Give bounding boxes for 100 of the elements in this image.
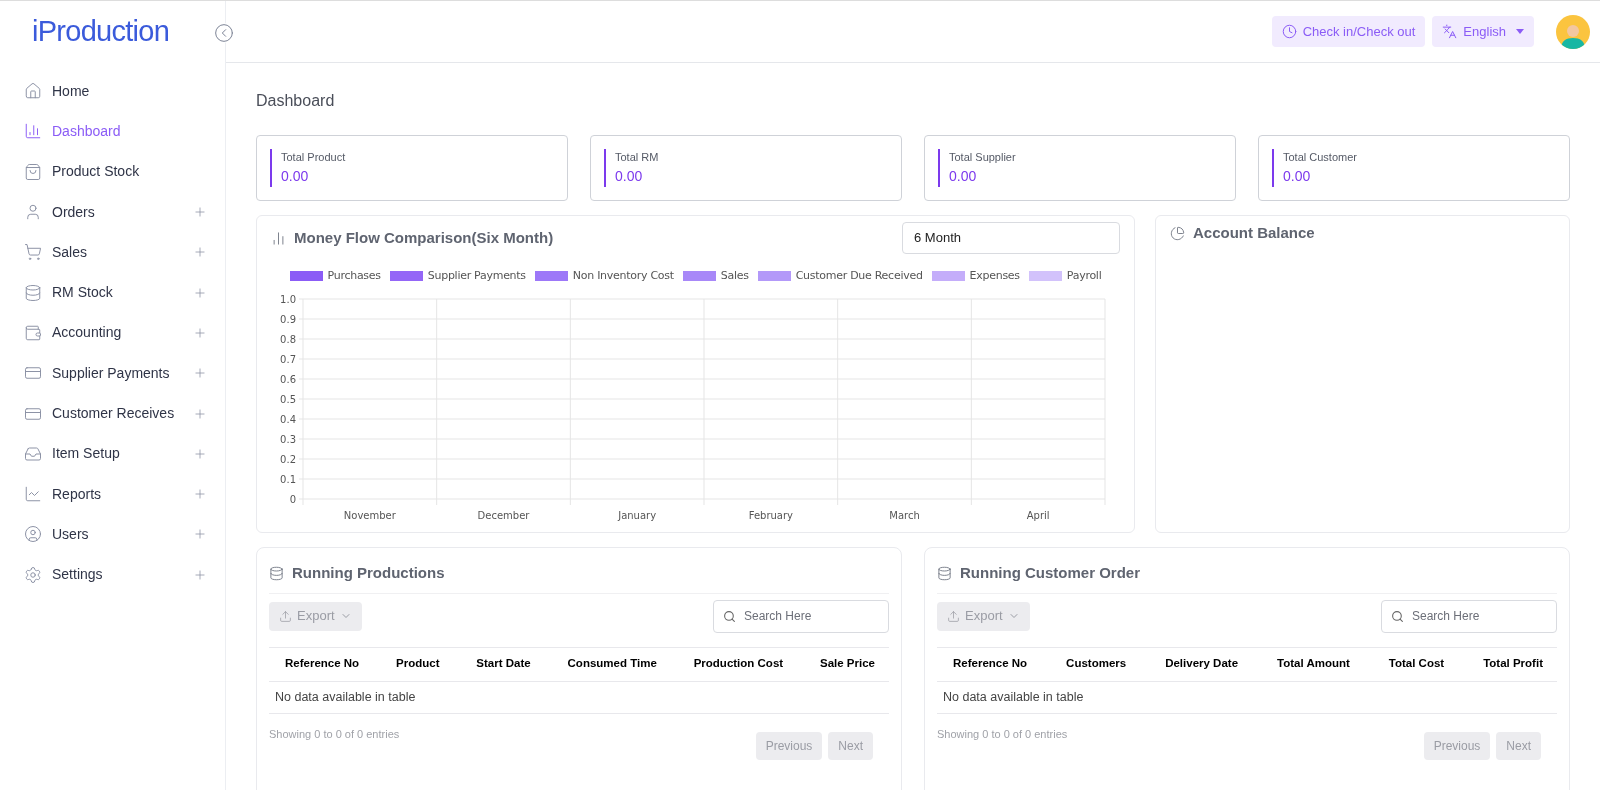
stat-value: 0.00: [281, 166, 310, 186]
x-tick-label: April: [1026, 509, 1050, 521]
sidebar-item[interactable]: Customer Receives: [0, 393, 225, 434]
stat-label: Total Customer: [1283, 150, 1357, 166]
avatar-icon[interactable]: [1556, 14, 1590, 49]
y-tick-label: 0.5: [280, 393, 296, 405]
x-tick-label: January: [618, 509, 657, 521]
settings-icon: [24, 565, 42, 584]
empty-table-message: No data available in table: [275, 688, 416, 706]
y-tick-label: 0: [289, 493, 296, 505]
y-tick-label: 1.0: [280, 293, 296, 305]
y-tick-label: 0.7: [280, 353, 296, 365]
bar-chart-icon: [24, 122, 42, 141]
database-icon: [937, 565, 952, 581]
sidebar-item[interactable]: Accounting: [0, 312, 225, 354]
language-dropdown[interactable]: English: [1432, 16, 1534, 47]
column-header[interactable]: Start Date: [476, 655, 531, 673]
entries-info: Showing 0 to 0 of 0 entries: [937, 726, 1068, 742]
app-logo: iProduction: [32, 14, 170, 50]
y-tick-label: 0.6: [280, 373, 296, 385]
legend-label: Purchases: [327, 268, 381, 284]
plus-icon: [193, 325, 207, 340]
column-header[interactable]: Customers: [1066, 655, 1127, 673]
y-tick-label: 0.9: [280, 313, 296, 325]
x-tick-label: February: [748, 509, 793, 521]
search-icon: [1391, 609, 1404, 623]
sidebar-item[interactable]: Dashboard: [0, 111, 225, 152]
stat-label: Total RM: [615, 150, 659, 166]
caret-icon: [1516, 29, 1524, 34]
legend-label: Sales: [720, 268, 749, 284]
column-header[interactable]: Sale Price: [820, 655, 875, 673]
sidebar-item[interactable]: RM Stock: [0, 272, 225, 313]
column-header[interactable]: Production Cost: [693, 655, 784, 673]
card-title: Account Balance: [1193, 223, 1315, 243]
sidebar-item[interactable]: Sales: [0, 232, 225, 273]
plus-icon: [193, 567, 207, 582]
y-tick-label: 0.8: [280, 333, 296, 345]
y-tick-label: 0.3: [280, 433, 296, 445]
column-header[interactable]: Delivery Date: [1165, 655, 1239, 673]
plus-icon: [193, 205, 207, 220]
sidebar-item[interactable]: Users: [0, 514, 225, 555]
legend-label: Customer Due Received: [795, 268, 923, 284]
plus-icon: [193, 406, 207, 421]
empty-table-message: No data available in table: [943, 688, 1084, 706]
legend-label: Expenses: [969, 268, 1020, 284]
sidebar-item[interactable]: Supplier Payments: [0, 353, 225, 394]
column-header[interactable]: Total Cost: [1388, 655, 1445, 673]
wallet-icon: [24, 323, 42, 342]
translate-icon: [1442, 24, 1458, 39]
column-header[interactable]: Total Amount: [1277, 655, 1350, 673]
user-circle-icon: [24, 525, 42, 544]
column-header[interactable]: Reference No: [953, 655, 1028, 673]
bag-icon: [24, 162, 42, 181]
database-icon: [24, 283, 42, 302]
collapse-sidebar-button[interactable]: [214, 23, 234, 43]
check-in-button[interactable]: Check in/Check out: [1271, 16, 1426, 47]
cart-icon: [24, 243, 42, 262]
sidebar-item[interactable]: Item Setup: [0, 433, 225, 474]
sidebar-item[interactable]: Orders: [0, 191, 225, 233]
plus-icon: [193, 366, 207, 381]
stat-value: 0.00: [949, 166, 978, 186]
stat-value: 0.00: [615, 166, 644, 186]
legend-label: Non Inventory Cost: [572, 268, 674, 284]
entries-info: Showing 0 to 0 of 0 entries: [269, 726, 400, 742]
plus-icon: [193, 527, 207, 542]
house-icon: [24, 82, 42, 101]
period-select[interactable]: 6 Month: [902, 222, 1120, 254]
x-tick-label: November: [343, 509, 396, 521]
x-tick-label: March: [889, 509, 920, 521]
plus-icon: [193, 446, 207, 461]
clock-icon: [1281, 24, 1297, 39]
search-field[interactable]: Search Here: [713, 599, 889, 633]
card-title: Running Customer Order: [960, 563, 1140, 583]
column-header[interactable]: Consumed Time: [567, 655, 657, 673]
pie-chart-icon: [1170, 225, 1185, 241]
card-title: Money Flow Comparison(Six Month): [294, 227, 554, 248]
sidebar-item[interactable]: Home: [0, 71, 225, 112]
y-tick-label: 0.1: [280, 473, 296, 485]
inbox-icon: [24, 444, 42, 463]
column-header[interactable]: Product: [396, 655, 440, 673]
column-header[interactable]: Reference No: [285, 655, 360, 673]
legend-label: Payroll: [1066, 268, 1102, 284]
plus-icon: [193, 245, 207, 260]
database-icon: [269, 565, 284, 581]
upload-icon: [279, 609, 292, 623]
stat-label: Total Product: [281, 150, 346, 166]
search-field[interactable]: Search Here: [1381, 599, 1557, 633]
card-title: Running Productions: [292, 563, 445, 583]
sidebar-item[interactable]: Product Stock: [0, 151, 225, 192]
y-tick-label: 0.4: [280, 413, 296, 425]
user-icon: [24, 203, 42, 222]
page-title: Dashboard: [256, 91, 336, 111]
y-tick-label: 0.2: [280, 453, 296, 465]
plus-icon: [193, 285, 207, 300]
legend-label: Supplier Payments: [427, 268, 526, 284]
sidebar-item[interactable]: Settings: [0, 554, 225, 595]
bar-chart-icon: [271, 230, 286, 246]
stat-value: 0.00: [1283, 166, 1312, 186]
sidebar-item[interactable]: Reports: [0, 473, 225, 515]
column-header[interactable]: Total Profit: [1483, 655, 1543, 673]
